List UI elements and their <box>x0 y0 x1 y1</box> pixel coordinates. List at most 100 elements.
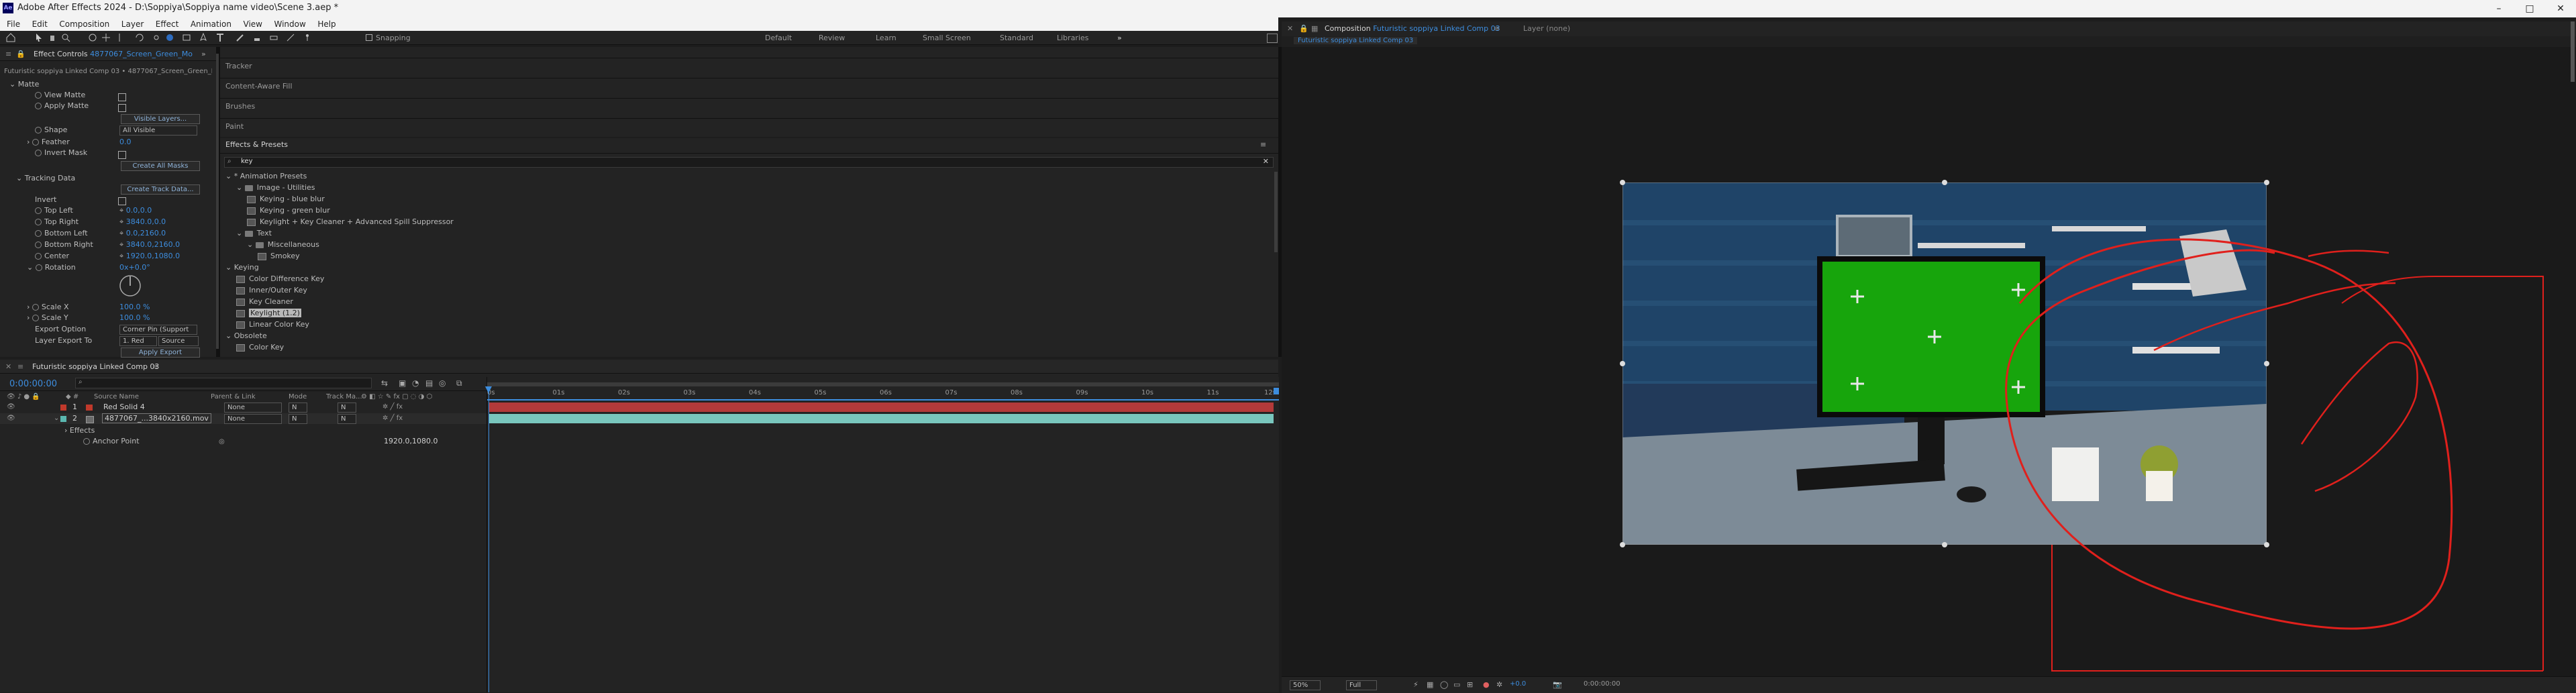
lock-icon[interactable]: 🔒 <box>16 50 25 58</box>
top-right-field[interactable]: ⌖ 3840.0,0.0 <box>119 217 166 228</box>
effects-tree-item[interactable]: Linear Color Key <box>236 320 309 331</box>
export-option-dropdown[interactable]: Corner Pin (Support <box>119 325 197 335</box>
apply-export-button[interactable]: Apply Export <box>121 348 200 358</box>
timeline-search-field[interactable]: ⌕ <box>75 378 372 388</box>
menu-layer[interactable]: Layer <box>121 17 144 31</box>
resolution-dropdown[interactable]: Full <box>1346 680 1377 690</box>
menu-window[interactable]: Window <box>274 17 305 31</box>
panel-overflow-icon[interactable]: » <box>201 50 206 58</box>
expand-arrow-icon[interactable]: ⌄ <box>247 240 256 249</box>
stopwatch-icon[interactable] <box>35 242 42 248</box>
transform-handle[interactable] <box>2264 180 2269 185</box>
stopwatch-icon[interactable] <box>35 219 42 225</box>
layer-switches[interactable]: ✲ ╱ fx <box>382 415 403 422</box>
effects-scrollbar[interactable] <box>1274 172 1278 252</box>
invert-mask-checkbox[interactable] <box>118 151 126 159</box>
track-matte-header[interactable]: Track Ma... <box>326 393 362 401</box>
workspace-default[interactable]: Default <box>765 34 792 42</box>
timeline-close-icon[interactable]: ✕ <box>5 362 11 371</box>
fast-preview-icon[interactable]: ⚡ <box>1413 680 1419 689</box>
effects-tree-item[interactable]: Key Cleaner <box>236 297 293 308</box>
layer-export-source-dropdown[interactable]: Source <box>158 336 199 346</box>
type-tool-icon[interactable] <box>215 32 225 43</box>
transform-handle[interactable] <box>2264 542 2269 547</box>
shy-layers-icon[interactable]: ◔ <box>412 378 419 388</box>
effects-tree-item[interactable]: Inner/Outer Key <box>236 286 307 297</box>
layer-name[interactable]: 4877067_...3840x2160.mov <box>102 413 211 423</box>
scale-y-value[interactable]: 100.0 % <box>119 313 150 324</box>
timeline-comp-tab[interactable]: Futuristic soppiya Linked Comp 03 <box>32 362 159 371</box>
close-tab-icon[interactable]: ✕ <box>1287 24 1293 33</box>
transform-handle[interactable] <box>2264 361 2269 366</box>
workspace-review[interactable]: Review <box>819 34 845 42</box>
mode-dropdown[interactable]: N <box>289 414 307 424</box>
comp-navigator-tab[interactable]: Futuristic soppiya Linked Comp 03 <box>1294 37 1418 44</box>
selection-tool-icon[interactable] <box>34 32 44 43</box>
visible-layers-button[interactable]: Visible Layers... <box>121 114 200 124</box>
effects-presets-menu-icon[interactable]: ≡ <box>1260 140 1266 149</box>
transform-handle[interactable] <box>1942 180 1947 185</box>
effects-tree-item[interactable]: Keylight + Key Cleaner + Advanced Spill … <box>247 217 454 228</box>
snapping-checkbox[interactable] <box>366 34 372 41</box>
effects-tree-item[interactable]: Smokey <box>258 252 300 262</box>
bottom-right-field[interactable]: ⌖ 3840.0,2160.0 <box>119 240 180 251</box>
transform-handle[interactable] <box>1620 542 1625 547</box>
apply-matte-checkbox[interactable] <box>118 104 126 112</box>
layer-name[interactable]: Red Solid 4 <box>103 403 145 411</box>
effects-tree-item[interactable]: ⌄ * Animation Presets <box>225 172 307 182</box>
orbit-camera-icon[interactable] <box>87 32 98 43</box>
puppet-tool-icon[interactable] <box>302 32 313 43</box>
scale-x-value[interactable]: 100.0 % <box>119 303 150 313</box>
effects-tree-item[interactable]: ⌄ Image - Utilities <box>236 183 315 194</box>
rotation-tool-icon[interactable] <box>134 32 145 43</box>
effect-controls-tab[interactable]: Effect Controls 4877067_Screen_Green_Mo <box>34 50 193 58</box>
menu-effect[interactable]: Effect <box>156 17 179 31</box>
work-area-end-handle[interactable] <box>1274 388 1279 394</box>
hand-tool-icon[interactable] <box>47 32 58 43</box>
motion-blur-icon[interactable]: ◎ <box>439 378 446 388</box>
frame-blending-icon[interactable]: ▤ <box>425 378 433 388</box>
stopwatch-icon[interactable] <box>35 230 42 237</box>
stopwatch-icon[interactable] <box>35 127 42 134</box>
expand-arrow-icon[interactable]: ⌄ <box>225 172 234 180</box>
stopwatch-icon[interactable] <box>35 92 42 99</box>
search-help-icon[interactable] <box>1267 34 1278 43</box>
stopwatch-icon[interactable] <box>35 253 42 260</box>
close-button[interactable]: ✕ <box>2545 0 2576 17</box>
channels-icon[interactable]: ● <box>1483 680 1490 689</box>
comp-canvas-frame[interactable] <box>1622 182 2267 545</box>
expand-arrow-icon[interactable]: ⌄ <box>236 229 245 237</box>
clone-stamp-icon[interactable] <box>252 32 262 43</box>
effects-tree-item[interactable]: ⌄ Miscellaneous <box>247 240 319 251</box>
mask-visibility-icon[interactable]: ◯ <box>1440 680 1448 689</box>
expand-arrow-icon[interactable]: ⌄ <box>236 183 245 192</box>
brushes-panel-tab[interactable]: Brushes <box>225 102 255 111</box>
magnification-dropdown[interactable]: 50% <box>1290 680 1321 690</box>
visibility-toggle-icon[interactable]: 👁 <box>7 403 15 411</box>
pen-tool-icon[interactable] <box>198 32 209 43</box>
clear-search-icon[interactable]: ✕ <box>1263 157 1269 166</box>
effects-tree-item[interactable]: Color Difference Key <box>236 274 324 285</box>
stopwatch-icon[interactable] <box>35 103 42 109</box>
stopwatch-icon[interactable] <box>35 207 42 214</box>
transform-handle[interactable] <box>1620 180 1625 185</box>
rectangle-tool-icon[interactable] <box>181 32 192 43</box>
timeline-layer-row[interactable]: 👁 1 Red Solid 4 None N N ✲ ╱ fx <box>0 402 486 413</box>
menu-view[interactable]: View <box>244 17 262 31</box>
workspace-libraries[interactable]: Libraries <box>1057 34 1089 42</box>
composition-tab[interactable]: Composition Futuristic soppiya Linked Co… <box>1325 24 1500 33</box>
expand-arrow-icon[interactable]: ⌄ <box>54 415 59 422</box>
track-matte-dropdown[interactable]: N <box>338 403 356 413</box>
minimize-button[interactable]: – <box>2483 0 2514 17</box>
stopwatch-icon[interactable] <box>32 139 39 146</box>
effects-tree-item[interactable]: Keying - green blur <box>247 206 330 217</box>
workspace-standard[interactable]: Standard <box>1000 34 1033 42</box>
playhead-line[interactable] <box>488 386 489 692</box>
rotation-value[interactable]: 0x+0.0° <box>119 263 150 274</box>
menu-edit[interactable]: Edit <box>32 17 48 31</box>
comp-flowchart-icon[interactable]: ⇆ <box>381 378 388 388</box>
viewer-timecode[interactable]: 0:00:00:00 <box>1584 680 1620 688</box>
time-graph[interactable]: 0s 01s 02s 03s 04s 05s 06s 07s 08s 09s 10s 11s 12s <box>485 377 1279 692</box>
menu-help[interactable]: Help <box>317 17 336 31</box>
layer-label-color[interactable] <box>60 405 66 411</box>
